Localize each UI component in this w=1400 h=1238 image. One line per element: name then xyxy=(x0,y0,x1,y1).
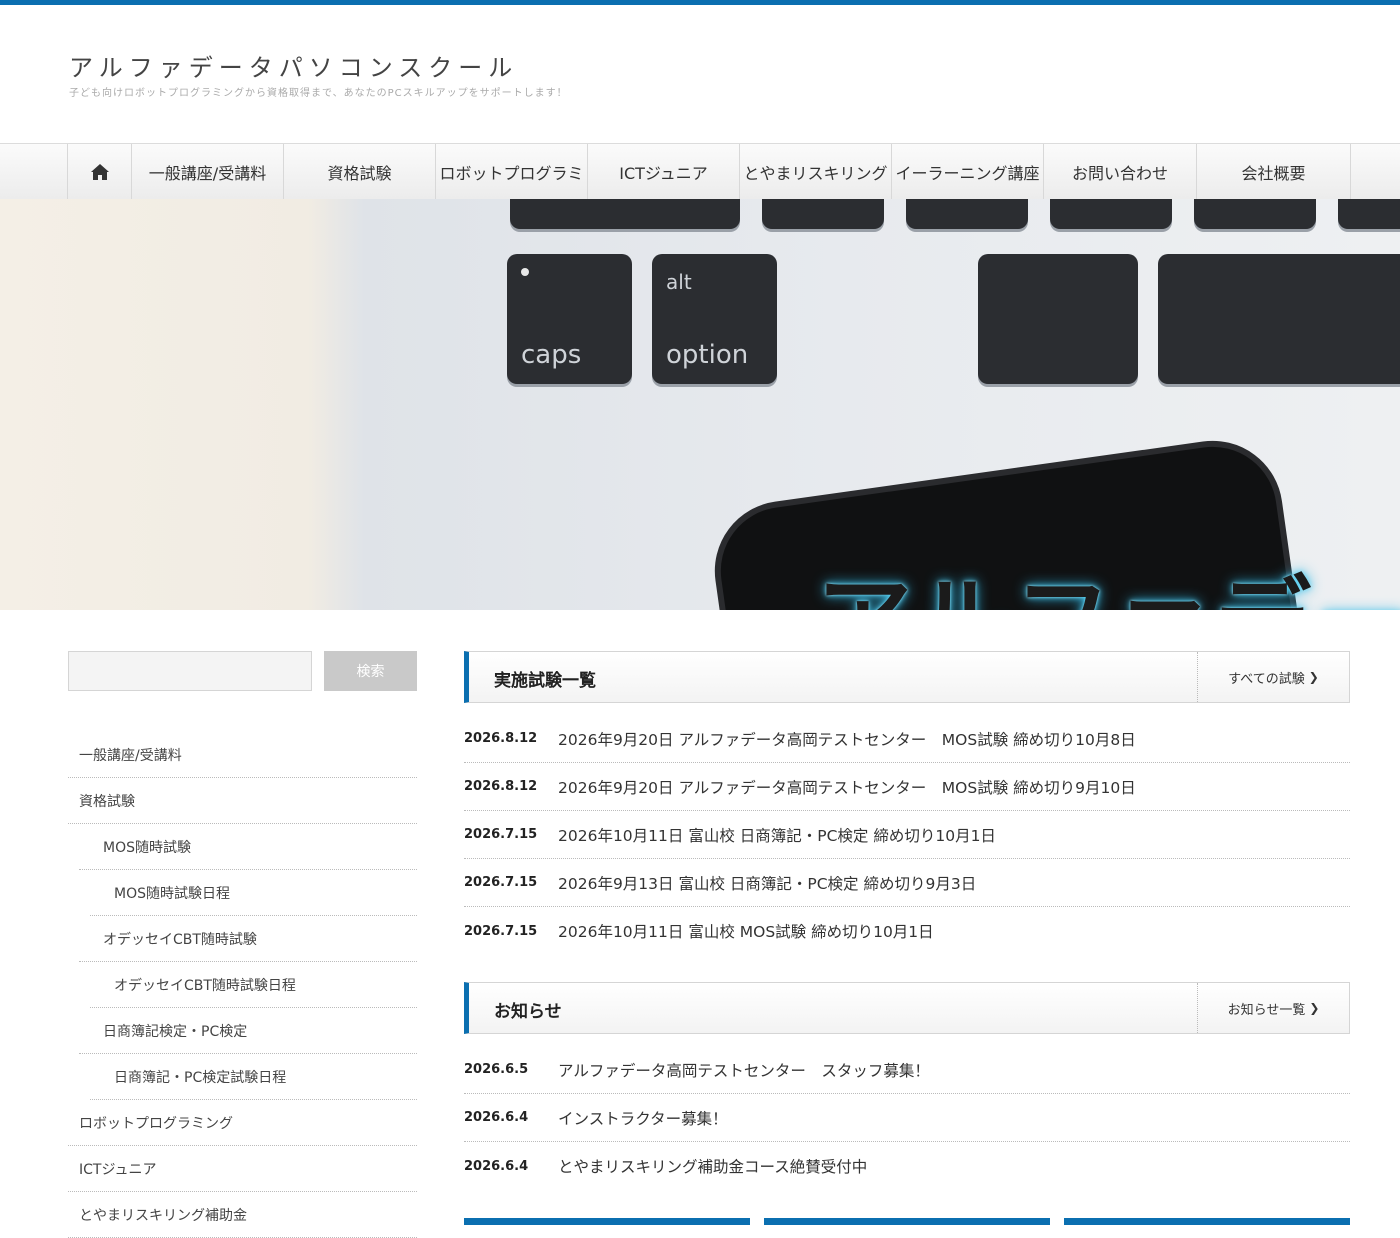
feature-banner[interactable] xyxy=(764,1218,1050,1225)
keyboard-key xyxy=(978,254,1138,384)
nav-item-contact[interactable]: お問い合わせ xyxy=(1044,144,1197,199)
site-title[interactable]: アルファデータパソコンスクール xyxy=(69,48,518,83)
list-item[interactable]: 2026.6.5 アルファデータ高岡テストセンター スタッフ募集！ xyxy=(464,1046,1350,1094)
sidebar-item-mos-schedule[interactable]: MOS随時試験日程 xyxy=(90,870,417,916)
sidebar-item-ict-junior[interactable]: ICTジュニア xyxy=(68,1146,417,1192)
nav-item-toyama-reskilling[interactable]: とやまリスキリング xyxy=(740,144,892,199)
keyboard-key xyxy=(762,199,884,229)
post-title[interactable]: アルファデータ高岡テストセンター スタッフ募集！ xyxy=(558,1059,930,1081)
link-label: すべての試験 xyxy=(1228,671,1305,687)
nav-item-elearning[interactable]: イーラーニング講座 xyxy=(892,144,1044,199)
post-title[interactable]: 2026年9月20日 アルファデータ高岡テストセンター MOS試験 締め切り10… xyxy=(558,728,1136,750)
sidebar-item-bookkeeping-pc[interactable]: 日商簿記検定・PC検定 xyxy=(79,1008,417,1054)
list-item[interactable]: 2026.7.15 2026年9月13日 富山校 日商簿記・PC検定 締め切り9月… xyxy=(464,859,1350,907)
section-title: 実施試験一覧 xyxy=(494,671,596,691)
all-exams-link[interactable]: すべての試験 ❯ xyxy=(1197,652,1349,702)
list-item[interactable]: 2026.7.15 2026年10月11日 富山校 MOS試験 締め切り10月1日 xyxy=(464,907,1350,955)
top-accent-bar xyxy=(0,0,1400,5)
post-date: 2026.7.15 xyxy=(464,827,538,842)
keyboard-key xyxy=(1194,199,1316,229)
feature-banner[interactable] xyxy=(464,1218,750,1225)
nav-item-company[interactable]: 会社概要 xyxy=(1197,144,1351,199)
post-date: 2026.8.12 xyxy=(464,731,538,746)
news-post-list: 2026.6.5 アルファデータ高岡テストセンター スタッフ募集！ 2026.6.… xyxy=(464,1046,1350,1190)
sidebar-item-robot-programming[interactable]: ロボットプログラミング xyxy=(68,1100,417,1146)
option-key: alt option xyxy=(652,254,777,384)
sidebar-menu: 一般講座/受講料 資格試験 MOS随時試験 MOS随時試験日程 オデッセイCBT… xyxy=(68,732,417,1238)
main-navigation: 一般講座/受講料 資格試験 ロボットプログラミ ICTジュニア とやまリスキリン… xyxy=(0,143,1400,200)
list-item[interactable]: 2026.8.12 2026年9月20日 アルファデータ高岡テストセンター MOS… xyxy=(464,715,1350,763)
post-date: 2026.7.15 xyxy=(464,875,538,890)
list-item[interactable]: 2026.6.4 とやまリスキリング補助金コース絶賛受付中 xyxy=(464,1142,1350,1190)
nav-item-robot-programming[interactable]: ロボットプログラミ xyxy=(436,144,588,199)
section-title: お知らせ xyxy=(494,1002,562,1022)
chevron-right-icon: ❯ xyxy=(1309,1001,1320,1015)
search-button[interactable]: 検索 xyxy=(324,651,417,691)
post-title[interactable]: インストラクター募集！ xyxy=(558,1107,728,1129)
list-item[interactable]: 2026.8.12 2026年9月20日 アルファデータ高岡テストセンター MOS… xyxy=(464,763,1350,811)
hero-heading: アルファデータ xyxy=(816,544,1400,610)
sidebar-item-odyssey-cbt[interactable]: オデッセイCBT随時試験 xyxy=(79,916,417,962)
link-label: お知らせ一覧 xyxy=(1227,1002,1306,1018)
post-title[interactable]: 2026年10月11日 富山校 日商簿記・PC検定 締め切り10月1日 xyxy=(558,824,996,846)
sidebar-item-mos-exam[interactable]: MOS随時試験 xyxy=(79,824,417,870)
search-input[interactable] xyxy=(68,651,312,691)
list-item[interactable]: 2026.6.4 インストラクター募集！ xyxy=(464,1094,1350,1142)
post-date: 2026.6.4 xyxy=(464,1110,529,1125)
post-title[interactable]: とやまリスキリング補助金コース絶賛受付中 xyxy=(558,1155,867,1177)
post-title[interactable]: 2026年10月11日 富山校 MOS試験 締め切り10月1日 xyxy=(558,920,934,942)
post-date: 2026.6.4 xyxy=(464,1158,529,1174)
sidebar-item-bookkeeping-schedule[interactable]: 日商簿記・PC検定試験日程 xyxy=(90,1054,417,1100)
home-icon xyxy=(90,163,109,180)
keyboard-key xyxy=(1338,199,1400,229)
caps-key: caps xyxy=(507,254,632,384)
post-title[interactable]: 2026年9月13日 富山校 日商簿記・PC検定 締め切り9月3日 xyxy=(558,872,976,894)
post-date: 2026.7.15 xyxy=(464,923,538,939)
hero-banner: shift caps alt option アルファデータ xyxy=(0,199,1400,610)
list-item[interactable]: 2026.7.15 2026年10月11日 富山校 日商簿記・PC検定 締め切り1… xyxy=(464,811,1350,859)
chevron-right-icon: ❯ xyxy=(1308,670,1319,684)
nav-home-button[interactable] xyxy=(68,144,132,199)
nav-item-ict-junior[interactable]: ICTジュニア xyxy=(588,144,740,199)
nav-item-certification-exams[interactable]: 資格試験 xyxy=(284,144,436,199)
post-date: 2026.8.12 xyxy=(464,779,538,794)
news-section-header: お知らせ お知らせ一覧 ❯ xyxy=(464,982,1350,1034)
sidebar-item-certification-exams[interactable]: 資格試験 xyxy=(68,778,417,824)
keyboard-key xyxy=(906,199,1028,229)
post-title[interactable]: 2026年9月20日 アルファデータ高岡テストセンター MOS試験 締め切り9月… xyxy=(558,776,1136,798)
all-news-link[interactable]: お知らせ一覧 ❯ xyxy=(1197,983,1349,1033)
feature-banner[interactable] xyxy=(1064,1218,1350,1225)
keyboard-key: shift xyxy=(510,199,740,229)
keyboard-key xyxy=(1050,199,1172,229)
sidebar-item-general-courses[interactable]: 一般講座/受講料 xyxy=(68,732,417,778)
nav-item-general-courses[interactable]: 一般講座/受講料 xyxy=(132,144,284,199)
sidebar-item-toyama-reskilling[interactable]: とやまリスキリング補助金 xyxy=(68,1192,417,1238)
sidebar-item-odyssey-schedule[interactable]: オデッセイCBT随時試験日程 xyxy=(90,962,417,1008)
exams-section-header: 実施試験一覧 すべての試験 ❯ xyxy=(464,651,1350,703)
site-tagline: 子ども向けロボットプログラミングから資格取得まで、あなたのPCスキルアップをサポ… xyxy=(69,88,568,99)
exam-post-list: 2026.8.12 2026年9月20日 アルファデータ高岡テストセンター MOS… xyxy=(464,715,1350,955)
post-date: 2026.6.5 xyxy=(464,1062,529,1077)
keyboard-key xyxy=(1158,254,1400,384)
